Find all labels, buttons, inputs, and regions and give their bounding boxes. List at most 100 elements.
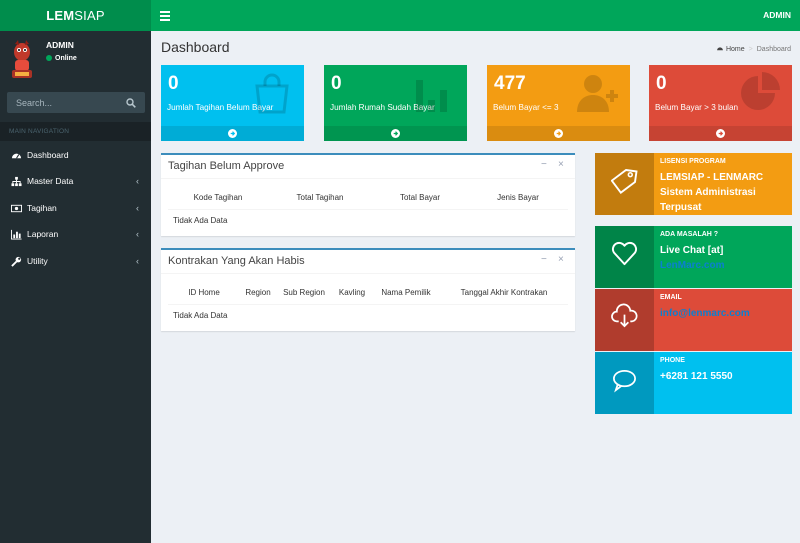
- tagihan-table: Kode Tagihan Total Tagihan Total Bayar J…: [168, 187, 568, 232]
- bar-chart-icon: [11, 230, 22, 240]
- info-box-value: Live Chat [at] LenMarc.com: [660, 245, 725, 271]
- menu-toggle-icon[interactable]: [160, 9, 170, 22]
- stat-box-belum-bayar-3-bulan: 0 Belum Bayar > 3 bulan: [649, 65, 792, 141]
- heart-icon: [611, 241, 638, 266]
- info-box-title: ADA MASALAH ?: [660, 231, 719, 238]
- arrow-circle-right-icon: [716, 129, 725, 138]
- info-box-title: EMAIL: [660, 294, 682, 301]
- info-box-title: PHONE: [660, 357, 685, 364]
- close-icon[interactable]: ×: [558, 160, 566, 170]
- stat-box-tagihan-belum-bayar: 0 Jumlah Tagihan Belum Bayar: [161, 65, 304, 141]
- avatar: [12, 40, 32, 78]
- info-box-lisensi: LISENSI PROGRAM LEMSIAP - LENMARC Sistem…: [595, 153, 792, 215]
- stat-box-rumah-sudah-bayar: 0 Jumlah Rumah Sudah Bayar: [324, 65, 467, 141]
- table-row: Tidak Ada Data: [168, 209, 568, 232]
- column-header: Region: [240, 282, 276, 305]
- stat-label: Belum Bayar <= 3: [493, 103, 559, 112]
- top-navbar: ADMIN: [151, 0, 800, 31]
- lenmarc-link[interactable]: LenMarc.com: [660, 260, 724, 271]
- info-box-title: LISENSI PROGRAM: [660, 158, 726, 165]
- column-header: Kavling: [332, 282, 372, 305]
- info-box-value: info@lenmarc.com: [660, 306, 788, 321]
- column-header: Kode Tagihan: [168, 187, 268, 210]
- sidebar-item-tagihan[interactable]: Tagihan ‹: [0, 195, 151, 221]
- arrow-circle-right-icon: [228, 129, 237, 138]
- panel-title: Tagihan Belum Approve: [168, 160, 285, 172]
- info-box-phone: PHONE +6281 121 5550: [595, 352, 792, 414]
- info-box-icon: [595, 226, 654, 288]
- more-info-link[interactable]: [161, 126, 304, 141]
- sidebar-item-utility[interactable]: Utility ‹: [0, 248, 151, 274]
- chevron-left-icon: ‹: [136, 255, 139, 266]
- more-info-link[interactable]: [487, 126, 630, 141]
- panel-header: Kontrakan Yang Akan Habis − ×: [161, 250, 575, 274]
- online-status: Online: [46, 55, 77, 62]
- info-box-value: LEMSIAP - LENMARC Sistem Administrasi Te…: [660, 172, 764, 213]
- minimize-icon[interactable]: −: [541, 255, 549, 265]
- column-header: Jenis Bayar: [468, 187, 568, 210]
- breadcrumb: Home > Dashboard: [716, 45, 791, 53]
- user-panel: ADMIN Online: [0, 31, 151, 85]
- arrow-circle-right-icon: [391, 129, 400, 138]
- close-icon[interactable]: ×: [558, 255, 566, 265]
- kontrakan-table: ID Home Region Sub Region Kavling Nama P…: [168, 282, 568, 327]
- table-row: Tidak Ada Data: [168, 304, 568, 327]
- breadcrumb-current: Dashboard: [756, 46, 791, 53]
- arrow-circle-right-icon: [554, 129, 563, 138]
- panel-title: Kontrakan Yang Akan Habis: [168, 255, 305, 267]
- bar-chart-icon: [416, 80, 447, 112]
- sitemap-icon: [11, 177, 22, 187]
- empty-message: Tidak Ada Data: [173, 311, 228, 321]
- sidebar-item-master-data[interactable]: Master Data ‹: [0, 168, 151, 194]
- user-plus-icon: [577, 75, 618, 112]
- user-menu[interactable]: ADMIN: [763, 0, 791, 31]
- shopping-bag-icon: [255, 73, 289, 114]
- column-header: Tanggal Akhir Kontrakan: [440, 282, 568, 305]
- sidebar: ADMIN Online MAIN NAVIGATION Dashboard M…: [0, 31, 151, 543]
- stat-value: 0: [168, 73, 179, 94]
- sidebar-menu: Dashboard Master Data ‹ Tagihan ‹ Lapora…: [0, 142, 151, 274]
- empty-message: Tidak Ada Data: [173, 216, 228, 226]
- column-header: Nama Pemilik: [372, 282, 440, 305]
- info-box-ada-masalah: ADA MASALAH ? Live Chat [at] LenMarc.com: [595, 226, 792, 288]
- status-dot-icon: [46, 55, 52, 61]
- panel-kontrakan-akan-habis: Kontrakan Yang Akan Habis − × ID Home Re…: [161, 248, 575, 331]
- dashboard-icon: [717, 47, 723, 51]
- info-box-email: EMAIL info@lenmarc.com: [595, 289, 792, 351]
- cloud-download-icon: [611, 303, 638, 328]
- tag-icon: [611, 168, 638, 194]
- table-header-row: ID Home Region Sub Region Kavling Nama P…: [168, 282, 568, 305]
- stat-value: 477: [494, 73, 526, 94]
- stat-label: Belum Bayar > 3 bulan: [655, 103, 739, 112]
- info-box-icon: [595, 153, 654, 215]
- search-icon[interactable]: [126, 98, 136, 108]
- chevron-left-icon: ‹: [136, 202, 139, 213]
- table-header-row: Kode Tagihan Total Tagihan Total Bayar J…: [168, 187, 568, 210]
- comment-icon: [613, 369, 636, 393]
- more-info-link[interactable]: [649, 126, 792, 141]
- stat-value: 0: [656, 73, 667, 94]
- chevron-left-icon: ‹: [136, 176, 139, 187]
- column-header: ID Home: [168, 282, 240, 305]
- dashboard-icon: [11, 153, 22, 159]
- nav-header: MAIN NAVIGATION: [0, 122, 151, 141]
- column-header: Total Tagihan: [268, 187, 372, 210]
- sidebar-item-dashboard[interactable]: Dashboard: [0, 142, 151, 168]
- sidebar-search: [7, 92, 145, 113]
- page-title: Dashboard: [161, 39, 230, 55]
- stat-box-belum-bayar-3: 477 Belum Bayar <= 3: [487, 65, 630, 141]
- more-info-link[interactable]: [324, 126, 467, 141]
- sidebar-item-laporan[interactable]: Laporan ‹: [0, 221, 151, 247]
- info-box-value: +6281 121 5550: [660, 371, 733, 382]
- email-link[interactable]: info@lenmarc.com: [660, 308, 750, 319]
- chevron-left-icon: ‹: [136, 229, 139, 240]
- minimize-icon[interactable]: −: [541, 160, 549, 170]
- app-logo[interactable]: LEMSIAP: [0, 0, 151, 31]
- search-input[interactable]: [7, 92, 117, 113]
- sidebar-user-name: ADMIN: [46, 40, 74, 50]
- panel-header: Tagihan Belum Approve − ×: [161, 155, 575, 179]
- breadcrumb-home[interactable]: Home: [726, 46, 745, 53]
- column-header: Total Bayar: [372, 187, 468, 210]
- column-header: Sub Region: [276, 282, 332, 305]
- pie-chart-icon: [741, 72, 780, 110]
